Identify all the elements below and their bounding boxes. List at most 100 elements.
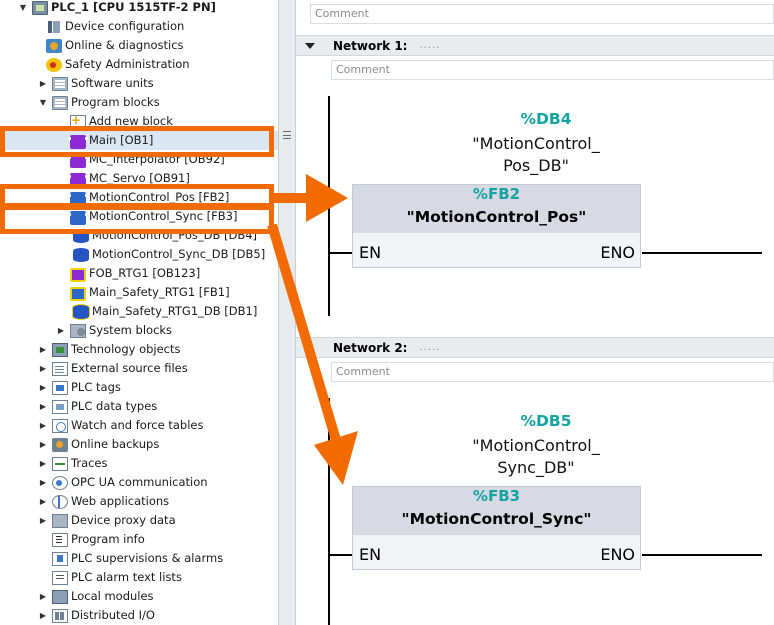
block-comment-field[interactable]: Comment bbox=[310, 4, 774, 24]
expand-arrow-icon[interactable]: ▶ bbox=[38, 454, 48, 473]
tree-item-mc-servo[interactable]: MC_Servo [OB91] bbox=[0, 169, 278, 188]
tree-item-label: Main_Safety_RTG1_DB [DB1] bbox=[92, 304, 258, 318]
tree-item-online-diagnostics[interactable]: Online & diagnostics bbox=[0, 36, 278, 55]
traces-icon bbox=[52, 456, 68, 471]
network-2-fb-address: %FB3 bbox=[472, 487, 521, 505]
tree-item-plc-supervisions-alarms[interactable]: PLC supervisions & alarms bbox=[0, 549, 278, 568]
expand-arrow-icon[interactable]: ▶ bbox=[38, 587, 48, 606]
network-2-en-pin: EN bbox=[359, 545, 382, 564]
tree-item-motioncontrol-sync-fb3[interactable]: MotionControl_Sync [FB3] bbox=[0, 207, 278, 226]
network-2-fb-box[interactable]: %FB3 "MotionControl_Sync" EN ENO bbox=[352, 486, 641, 570]
distributed-io-icon bbox=[52, 608, 68, 623]
technology-objects-icon bbox=[52, 342, 68, 357]
tree-item-web-applications[interactable]: ▶ Web applications bbox=[0, 492, 278, 511]
tree-item-software-units[interactable]: ▶ Software units bbox=[0, 74, 278, 93]
tree-item-mc-interpolator[interactable]: MC_Interpolator [OB92] bbox=[0, 150, 278, 169]
online-diagnostics-icon bbox=[46, 38, 62, 53]
expand-arrow-icon[interactable]: ▶ bbox=[38, 492, 48, 511]
pane-splitter[interactable] bbox=[278, 0, 296, 625]
tree-item-label: Software units bbox=[71, 76, 154, 90]
tree-item-distributed-io[interactable]: ▶ Distributed I/O bbox=[0, 606, 278, 625]
network-1-instance-db-name[interactable]: "MotionControl_ Pos_DB" bbox=[436, 133, 636, 177]
network-1-en-wire bbox=[329, 252, 352, 254]
tree-item-label: PLC tags bbox=[71, 380, 121, 394]
add-block-icon bbox=[70, 113, 86, 129]
tree-item-add-new-block[interactable]: Add new block bbox=[0, 112, 278, 131]
expand-arrow-icon[interactable]: ▶ bbox=[38, 606, 48, 625]
collapse-triangle-icon[interactable] bbox=[305, 42, 315, 49]
tree-item-device-proxy-data[interactable]: ▶ Device proxy data bbox=[0, 511, 278, 530]
project-tree: ▼ PLC_1 [CPU 1515TF-2 PN] Device configu… bbox=[0, 0, 278, 625]
tree-item-motioncontrol-sync-db5[interactable]: MotionControl_Sync_DB [DB5] bbox=[0, 245, 278, 264]
tree-item-label: Web applications bbox=[71, 494, 170, 508]
tree-item-local-modules[interactable]: ▶ Local modules bbox=[0, 587, 278, 606]
tree-item-label: MC_Interpolator [OB92] bbox=[89, 152, 225, 166]
network-1-eno-pin: ENO bbox=[600, 243, 635, 262]
tree-item-plc-data-types[interactable]: ▶ PLC data types bbox=[0, 397, 278, 416]
tree-item-motioncontrol-pos-db4[interactable]: MotionControl_Pos_DB [DB4] bbox=[0, 226, 278, 245]
system-blocks-icon bbox=[70, 323, 86, 338]
network-1-header[interactable]: Network 1: ..... bbox=[296, 35, 774, 56]
network-2-title-field[interactable]: ..... bbox=[419, 342, 440, 353]
splitter-grip-icon[interactable] bbox=[283, 131, 291, 139]
expand-arrow-icon[interactable]: ▶ bbox=[38, 359, 48, 378]
tree-item-main-safety-rtg1-db[interactable]: Main_Safety_RTG1_DB [DB1] bbox=[0, 302, 278, 321]
expand-arrow-icon[interactable]: ▶ bbox=[38, 397, 48, 416]
tree-item-main-ob1[interactable]: Main [OB1] bbox=[0, 131, 278, 150]
expand-arrow-icon[interactable]: ▶ bbox=[38, 74, 48, 93]
tree-item-label: OPC UA communication bbox=[71, 475, 208, 489]
program-info-icon bbox=[52, 532, 68, 547]
network-1-comment-field[interactable]: Comment bbox=[331, 60, 774, 80]
network-2-instance-db-address[interactable]: %DB5 bbox=[456, 412, 636, 430]
tree-item-label: MotionControl_Sync [FB3] bbox=[89, 209, 238, 223]
network-1-instance-db-address[interactable]: %DB4 bbox=[456, 110, 636, 128]
tree-item-label: Device proxy data bbox=[71, 513, 176, 527]
network-1-fb-box[interactable]: %FB2 "MotionControl_Pos" EN ENO bbox=[352, 184, 641, 268]
tree-item-label: Main [OB1] bbox=[89, 133, 154, 147]
network-1-power-rail bbox=[328, 96, 330, 316]
network-2-header[interactable]: Network 2: ..... bbox=[296, 337, 774, 358]
tree-item-label: MotionControl_Pos [FB2] bbox=[89, 190, 230, 204]
tree-item-label: Safety Administration bbox=[65, 57, 190, 71]
network-2-power-rail bbox=[328, 398, 330, 625]
network-1-title-field[interactable]: ..... bbox=[419, 40, 440, 51]
network-2-title: Network 2: bbox=[333, 340, 408, 355]
expand-arrow-icon[interactable]: ▶ bbox=[38, 473, 48, 492]
expand-arrow-icon[interactable]: ▶ bbox=[38, 378, 48, 397]
online-backups-icon bbox=[52, 437, 68, 452]
network-2-instance-db-name[interactable]: "MotionControl_ Sync_DB" bbox=[436, 435, 636, 479]
tree-item-safety-administration[interactable]: Safety Administration bbox=[0, 55, 278, 74]
tree-item-plc-alarm-text-lists[interactable]: PLC alarm text lists bbox=[0, 568, 278, 587]
ob-icon bbox=[68, 173, 88, 187]
db-icon bbox=[73, 228, 89, 243]
expand-arrow-icon[interactable]: ▶ bbox=[56, 321, 66, 340]
tree-item-opc-ua[interactable]: ▶ OPC UA communication bbox=[0, 473, 278, 492]
network-2-comment-field[interactable]: Comment bbox=[331, 362, 774, 382]
tree-item-traces[interactable]: ▶ Traces bbox=[0, 454, 278, 473]
tree-item-plc[interactable]: ▼ PLC_1 [CPU 1515TF-2 PN] bbox=[0, 0, 278, 17]
tree-item-watch-force-tables[interactable]: ▶ Watch and force tables bbox=[0, 416, 278, 435]
tree-item-fob-rtg1[interactable]: FOB_RTG1 [OB123] bbox=[0, 264, 278, 283]
tree-item-label: PLC_1 [CPU 1515TF-2 PN] bbox=[51, 0, 216, 14]
tree-item-motioncontrol-pos-fb2[interactable]: MotionControl_Pos [FB2] bbox=[0, 188, 278, 207]
opc-ua-icon bbox=[52, 475, 68, 490]
collapse-arrow-icon[interactable]: ▼ bbox=[38, 93, 48, 112]
tree-item-online-backups[interactable]: ▶ Online backups bbox=[0, 435, 278, 454]
tree-item-system-blocks[interactable]: ▶ System blocks bbox=[0, 321, 278, 340]
tree-item-program-blocks[interactable]: ▼ Program blocks bbox=[0, 93, 278, 112]
collapse-arrow-icon[interactable]: ▼ bbox=[18, 0, 28, 17]
expand-arrow-icon[interactable]: ▶ bbox=[38, 511, 48, 530]
tree-item-program-info[interactable]: Program info bbox=[0, 530, 278, 549]
tree-item-main-safety-rtg1[interactable]: Main_Safety_RTG1 [FB1] bbox=[0, 283, 278, 302]
tree-item-device-configuration[interactable]: Device configuration bbox=[0, 17, 278, 36]
tree-item-external-source-files[interactable]: ▶ External source files bbox=[0, 359, 278, 378]
network-2-eno-pin: ENO bbox=[600, 545, 635, 564]
tree-item-plc-tags[interactable]: ▶ PLC tags bbox=[0, 378, 278, 397]
network-2-fb-name: "MotionControl_Sync" bbox=[401, 510, 592, 528]
expand-arrow-icon[interactable]: ▶ bbox=[38, 416, 48, 435]
tree-item-technology-objects[interactable]: ▶ Technology objects bbox=[0, 340, 278, 359]
tree-item-label: Online backups bbox=[71, 437, 160, 451]
expand-arrow-icon[interactable]: ▶ bbox=[38, 340, 48, 359]
tree-item-label: FOB_RTG1 [OB123] bbox=[89, 266, 201, 280]
expand-arrow-icon[interactable]: ▶ bbox=[38, 435, 48, 454]
